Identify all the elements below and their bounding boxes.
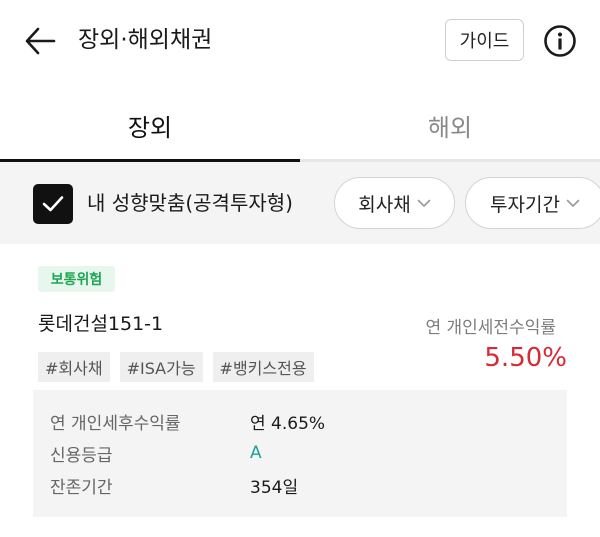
checkmark-icon — [42, 196, 64, 212]
detail-row-aftertax-yield: 연 개인세후수익률 연 4.65% — [50, 408, 325, 434]
investment-term-label: 투자기간 — [490, 193, 560, 216]
tab-domestic[interactable]: 장외 — [0, 92, 300, 159]
bond-type-dropdown[interactable]: 회사채 — [334, 177, 455, 229]
detail-key: 잔존기간 — [50, 477, 113, 498]
filter-bar: 내 성향맞춤(공격투자형) 회사채 투자기간 — [0, 162, 600, 244]
bond-type-label: 회사채 — [358, 193, 411, 216]
bond-details: 연 개인세후수익률 연 4.65% 신용등급 A 잔존기간 354일 — [33, 390, 567, 517]
page-title: 장외·해외채권 — [78, 27, 213, 53]
chevron-down-icon — [566, 199, 580, 207]
risk-badge: 보통위험 — [38, 266, 115, 292]
detail-key: 신용등급 — [50, 445, 113, 466]
tag-bankis-only: #뱅키스전용 — [212, 352, 314, 382]
app-header: 장외·해외채권 가이드 — [0, 0, 600, 82]
my-profile-checkbox[interactable] — [33, 184, 73, 224]
detail-key: 연 개인세후수익률 — [50, 413, 181, 434]
detail-value: 연 4.65% — [250, 413, 326, 434]
tab-overseas[interactable]: 해외 — [300, 92, 600, 159]
pretax-yield-value: 5.50% — [484, 343, 567, 373]
back-arrow-icon[interactable] — [24, 26, 56, 56]
detail-row-remaining-term: 잔존기간 354일 — [50, 472, 298, 498]
chevron-down-icon — [417, 199, 431, 207]
info-icon[interactable] — [543, 24, 577, 58]
bond-name[interactable]: 롯데건설151-1 — [38, 310, 163, 338]
investment-term-dropdown[interactable]: 투자기간 — [465, 177, 600, 229]
bond-tags: #회사채 #ISA가능 #뱅키스전용 — [38, 352, 314, 382]
market-tabs: 장외 해외 — [0, 92, 600, 162]
tag-isa-eligible: #ISA가능 — [119, 352, 203, 382]
detail-row-credit-rating: 신용등급 A — [50, 440, 262, 466]
guide-button[interactable]: 가이드 — [445, 19, 524, 61]
tag-corporate-bond: #회사채 — [38, 352, 110, 382]
credit-rating-value: A — [250, 443, 262, 463]
pretax-yield-label: 연 개인세전수익률 — [425, 318, 556, 338]
detail-value: 354일 — [250, 477, 299, 498]
my-profile-label[interactable]: 내 성향맞춤(공격투자형) — [87, 187, 293, 219]
